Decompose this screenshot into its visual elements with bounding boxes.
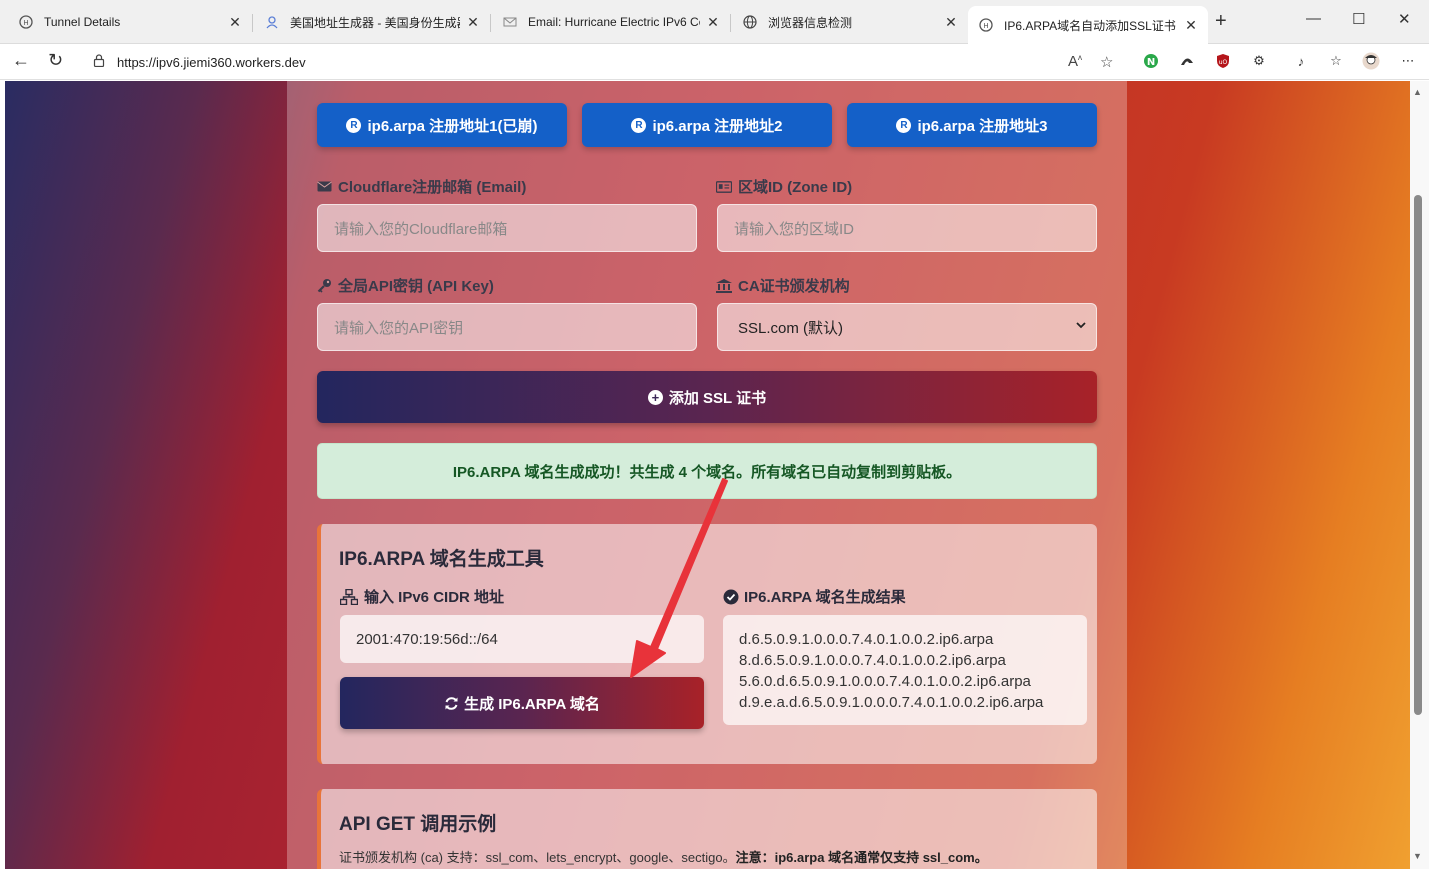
scroll-up-icon[interactable]: ▲ bbox=[1413, 87, 1422, 97]
globe-icon bbox=[742, 14, 758, 30]
tab-address-generator[interactable]: 美国地址生成器 - 美国身份生成器 ✕ bbox=[254, 6, 490, 38]
tab-title: Email: Hurricane Electric IPv6 Cert bbox=[528, 15, 700, 29]
close-icon[interactable]: ✕ bbox=[1184, 17, 1198, 34]
tab-title: 浏览器信息检测 bbox=[768, 15, 853, 30]
tab-title: IP6.ARPA域名自动添加SSL证书 bbox=[1004, 18, 1176, 33]
extension-dark-icon[interactable] bbox=[1178, 52, 1196, 70]
svg-text:N: N bbox=[1147, 57, 1155, 68]
minimize-icon[interactable]: — bbox=[1306, 10, 1321, 27]
extension-green-icon[interactable]: N bbox=[1142, 52, 1160, 70]
reload-icon[interactable]: ↻ bbox=[48, 50, 63, 71]
tab-browser-info[interactable]: 浏览器信息检测 ✕ bbox=[732, 6, 968, 38]
close-icon[interactable]: ✕ bbox=[706, 14, 720, 31]
extensions-puzzle-icon[interactable]: ⚙ bbox=[1250, 52, 1268, 70]
tunnel-icon: H bbox=[978, 17, 994, 33]
performance-icon[interactable]: ♪ bbox=[1292, 52, 1310, 70]
favorite-star-icon[interactable]: ☆ bbox=[1100, 53, 1113, 71]
more-menu-icon[interactable]: ⋯ bbox=[1399, 52, 1417, 70]
vertical-scrollbar[interactable]: ▲ ▼ bbox=[1410, 81, 1429, 869]
page-viewport: R ip6.arpa 注册地址1(已崩) R ip6.arpa 注册地址2 R … bbox=[5, 81, 1410, 869]
back-icon[interactable]: ← bbox=[12, 50, 30, 71]
address-bar: ← ↻ https://ipv6.jiemi360.workers.dev Aʌ… bbox=[0, 44, 1429, 80]
annotation-arrow bbox=[630, 478, 728, 678]
tab-tunnel-details[interactable]: H Tunnel Details ✕ bbox=[8, 6, 252, 38]
tab-email[interactable]: Email: Hurricane Electric IPv6 Cert ✕ bbox=[492, 6, 730, 38]
svg-text:H: H bbox=[983, 22, 988, 30]
svg-text:uO: uO bbox=[1219, 59, 1228, 66]
close-icon[interactable]: ✕ bbox=[944, 14, 958, 31]
tab-ip6-arpa-ssl[interactable]: H IP6.ARPA域名自动添加SSL证书 ✕ bbox=[968, 6, 1208, 44]
avatar[interactable] bbox=[1362, 52, 1380, 70]
window-close-icon[interactable]: ✕ bbox=[1398, 10, 1411, 28]
url-text: https://ipv6.jiemi360.workers.dev bbox=[117, 54, 306, 70]
url-field[interactable]: https://ipv6.jiemi360.workers.dev Aʌ ☆ bbox=[82, 47, 1126, 77]
tunnel-icon: H bbox=[18, 14, 34, 30]
svg-text:H: H bbox=[23, 19, 28, 27]
close-icon[interactable]: ✕ bbox=[466, 14, 480, 31]
scroll-down-icon[interactable]: ▼ bbox=[1413, 851, 1422, 861]
person-icon bbox=[264, 14, 280, 30]
browser-tab-strip: H Tunnel Details ✕ 美国地址生成器 - 美国身份生成器 ✕ E… bbox=[0, 0, 1429, 44]
ublock-icon[interactable]: uO bbox=[1214, 52, 1232, 70]
maximize-icon[interactable]: ☐ bbox=[1352, 10, 1365, 28]
tab-title: 美国地址生成器 - 美国身份生成器 bbox=[290, 15, 460, 30]
scrollbar-thumb[interactable] bbox=[1414, 195, 1422, 715]
read-aloud-icon[interactable]: Aʌ bbox=[1068, 53, 1082, 70]
close-icon[interactable]: ✕ bbox=[228, 14, 242, 31]
new-tab-icon[interactable]: + bbox=[1215, 10, 1227, 33]
lock-icon bbox=[93, 54, 109, 70]
email-icon bbox=[502, 14, 518, 30]
favorites-icon[interactable]: ☆ bbox=[1327, 52, 1345, 70]
tab-title: Tunnel Details bbox=[44, 15, 121, 29]
